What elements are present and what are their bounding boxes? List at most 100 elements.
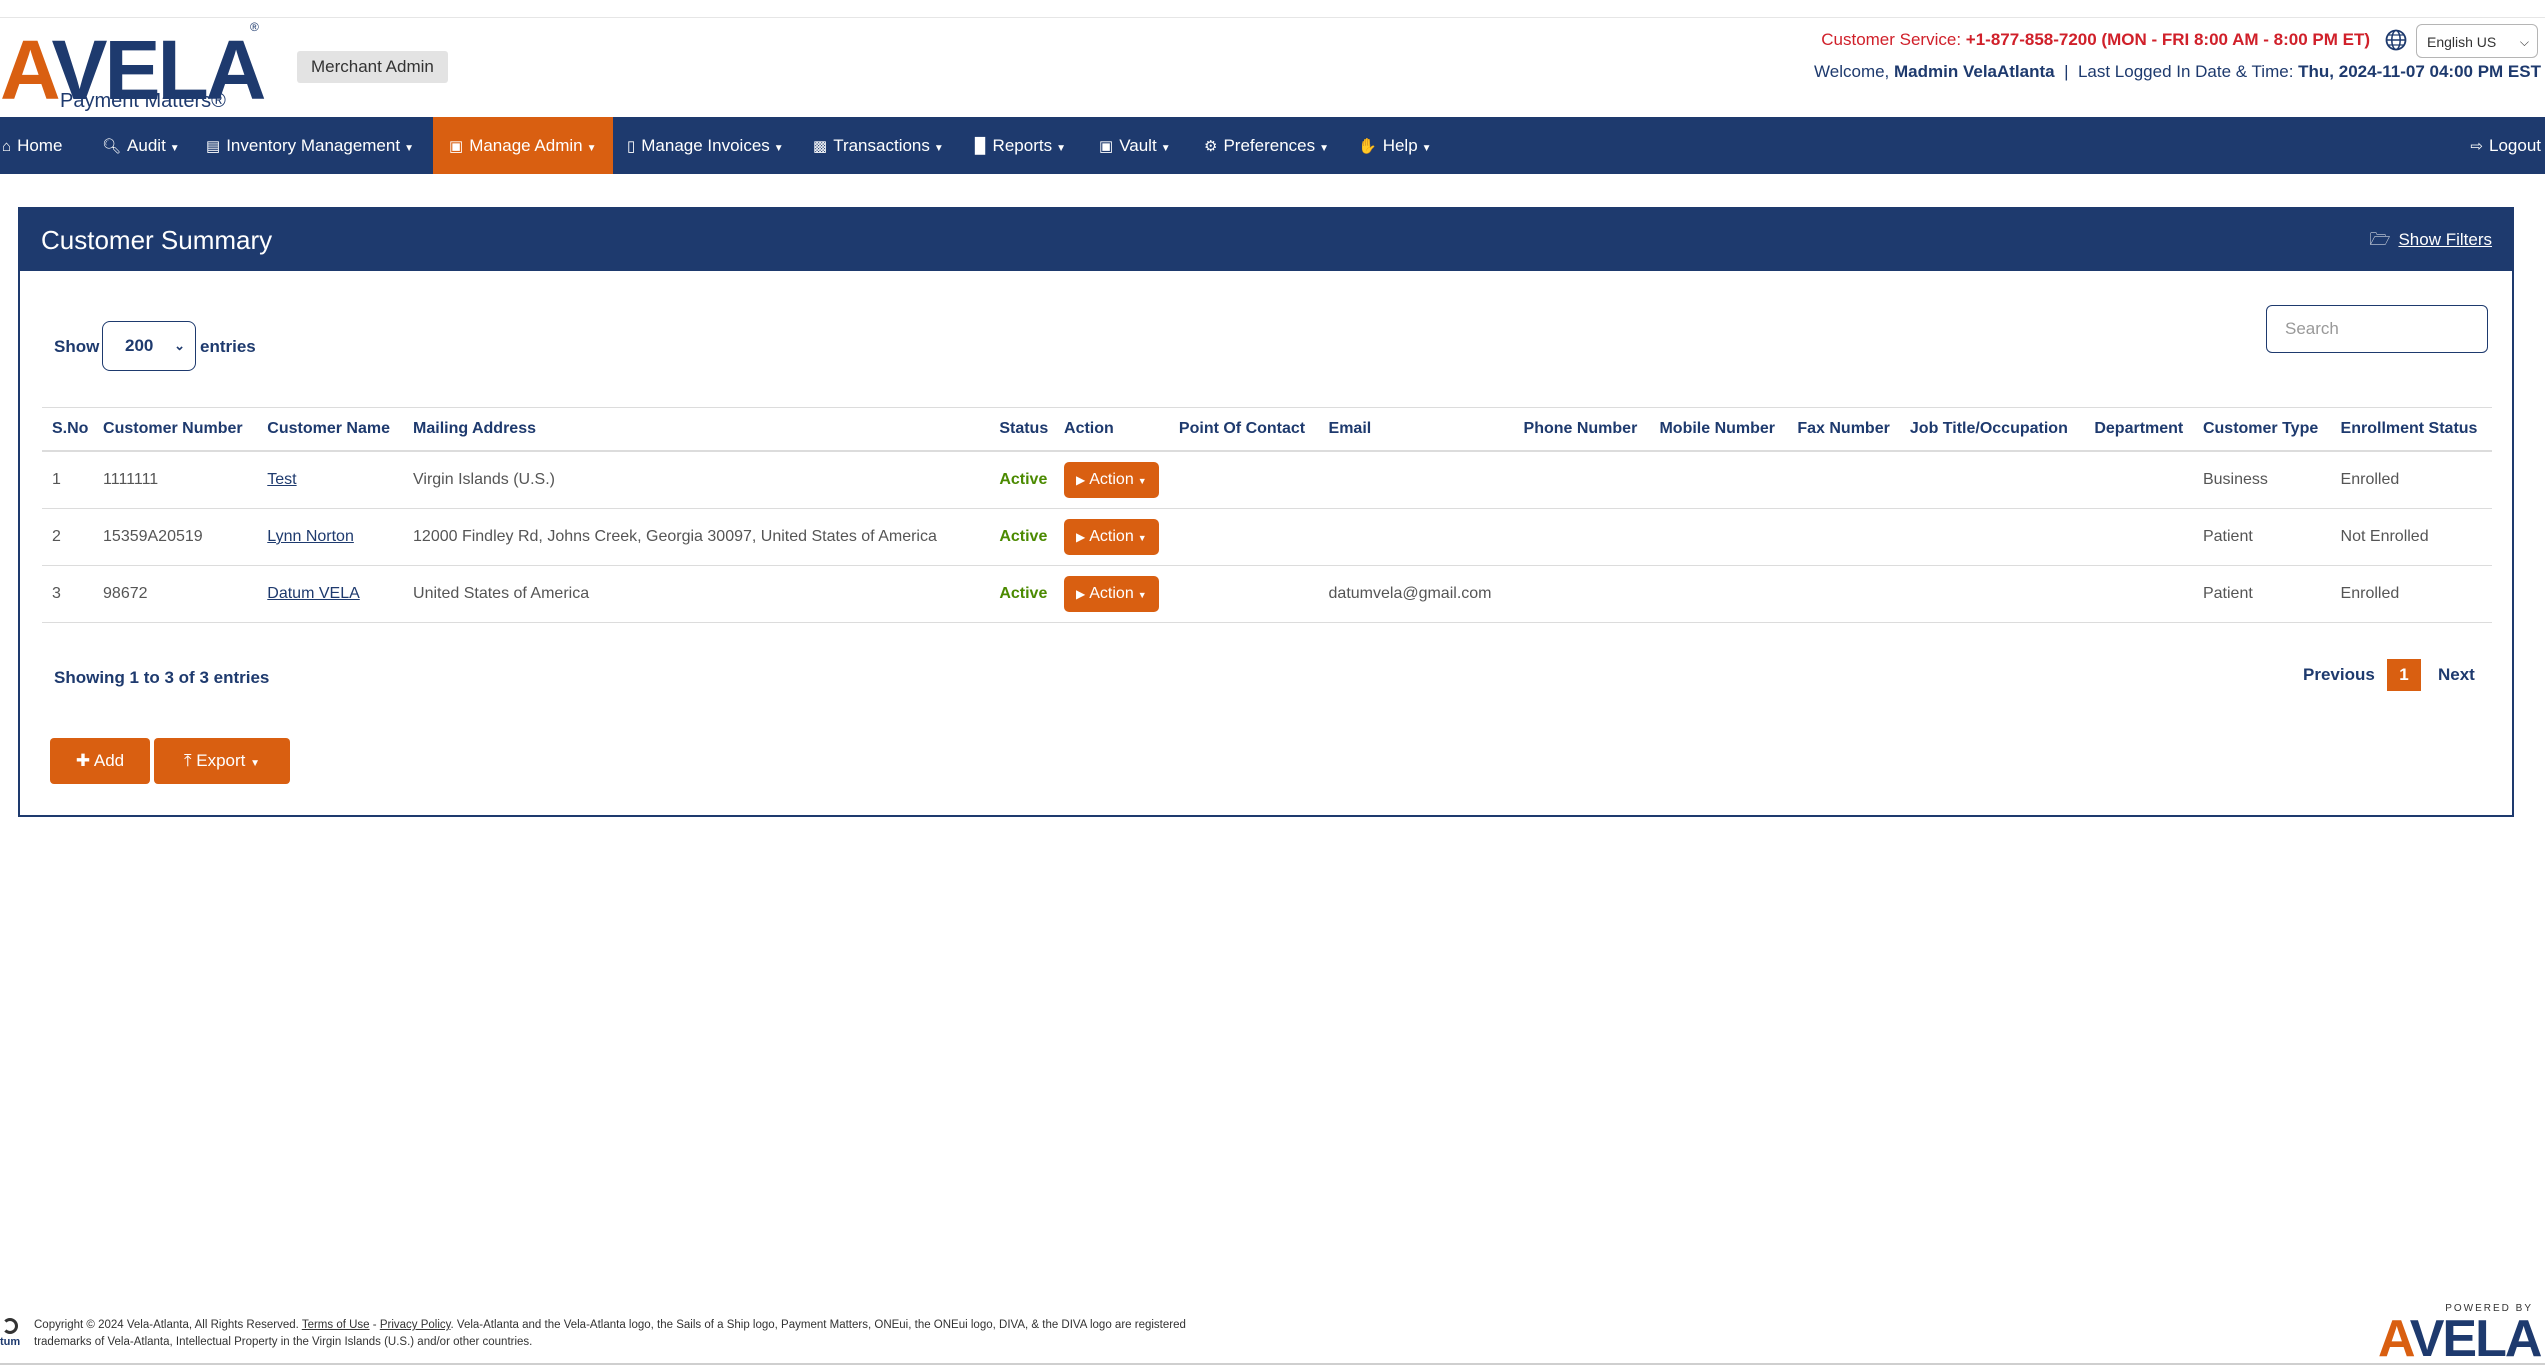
cell-customer-number: 98672 [93, 565, 258, 623]
cell-fax [1787, 565, 1900, 623]
search-icon: 🔍︎ [102, 138, 122, 155]
col-email[interactable]: Email [1318, 407, 1514, 452]
help-icon: ✋ [1358, 138, 1377, 155]
search-input[interactable] [2266, 305, 2488, 353]
privacy-policy-link[interactable]: Privacy Policy [380, 1319, 451, 1331]
col-status[interactable]: Status [989, 407, 1055, 452]
customer-name-link[interactable]: Lynn Norton [267, 528, 354, 545]
cell-email [1318, 508, 1514, 566]
folder-icon: 🗁︎ [2369, 230, 2391, 249]
cell-point-of-contact [1168, 508, 1319, 566]
datum-side-icon: tum [0, 1310, 22, 1350]
show-filters-link[interactable]: 🗁︎ Show Filters [2369, 209, 2492, 271]
action-button[interactable]: ▶ Action ▼ [1064, 462, 1159, 498]
caret-down-icon: ▼ [1137, 476, 1147, 486]
vela-logo[interactable]: AVELA ® Payment Matters® [0, 18, 275, 114]
reports-icon: ▉ [975, 138, 987, 155]
caret-down-icon: ▼ [1319, 143, 1330, 154]
cell-mobile [1649, 508, 1788, 566]
nav-audit[interactable]: 🔍︎ Audit ▼ [102, 117, 180, 174]
cell-fax [1787, 508, 1900, 566]
cell-fax [1787, 451, 1900, 509]
col-fax-number[interactable]: Fax Number [1787, 407, 1900, 452]
add-button[interactable]: ✚ Add [50, 738, 150, 784]
logout-icon: ⇨ [2470, 138, 2483, 155]
nav-vault[interactable]: ▣ Vault ▼ [1099, 117, 1171, 174]
action-button[interactable]: ▶ Action ▼ [1064, 519, 1159, 555]
entries-per-page-select[interactable]: 200 ⌄ [102, 321, 196, 371]
powered-by-vela-logo: POWERED BY AVELA [2378, 1303, 2542, 1368]
caret-down-icon: ▼ [933, 143, 944, 154]
col-phone-number[interactable]: Phone Number [1513, 407, 1650, 452]
language-select[interactable]: English US ⌵ [2416, 24, 2538, 58]
table-row: 3 98672 Datum VELA United States of Amer… [42, 565, 2492, 623]
cell-customer-number: 1111111 [93, 451, 258, 509]
cell-status: Active [989, 451, 1055, 509]
cell-customer-name: Lynn Norton [257, 508, 404, 566]
cell-mailing-address: United States of America [403, 565, 990, 623]
export-button[interactable]: ⤒ Export ▼ [154, 738, 290, 784]
cell-department [2084, 451, 2193, 509]
nav-reports[interactable]: ▉ Reports ▼ [975, 117, 1066, 174]
play-icon: ▶ [1076, 530, 1086, 544]
nav-manage-invoices[interactable]: ▯ Manage Invoices ▼ [627, 117, 784, 174]
chevron-down-icon: ⌄ [174, 338, 185, 353]
role-badge: Merchant Admin [297, 51, 448, 83]
col-mobile-number[interactable]: Mobile Number [1649, 407, 1788, 452]
cell-phone [1513, 565, 1650, 623]
nav-help[interactable]: ✋ Help ▼ [1358, 117, 1432, 174]
cell-customer-number: 15359A20519 [93, 508, 258, 566]
col-mailing-address[interactable]: Mailing Address [403, 407, 990, 452]
pager-previous[interactable]: Previous [2303, 665, 2375, 685]
nav-home[interactable]: ⌂ Home [2, 117, 62, 174]
cell-customer-type: Patient [2192, 508, 2331, 566]
cell-email [1318, 451, 1514, 509]
cell-sno: 1 [42, 451, 94, 509]
customer-summary-panel: Customer Summary 🗁︎ Show Filters Show 200… [18, 207, 2514, 817]
cell-sno: 2 [42, 508, 94, 566]
footer-copyright: Copyright © 2024 Vela-Atlanta, All Right… [34, 1319, 1186, 1348]
nav-manage-admin[interactable]: ▣ Manage Admin ▼ [433, 117, 613, 174]
terms-of-use-link[interactable]: Terms of Use [302, 1319, 370, 1331]
showing-entries-info: Showing 1 to 3 of 3 entries [54, 668, 270, 687]
export-icon: ⤒ [183, 751, 192, 770]
caret-down-icon: ▼ [1160, 143, 1171, 154]
cell-customer-type: Business [2192, 451, 2331, 509]
col-job-title[interactable]: Job Title/Occupation [1899, 407, 2085, 452]
home-icon: ⌂ [2, 138, 12, 155]
cell-mobile [1649, 451, 1788, 509]
top-border [0, 0, 2545, 18]
gear-icon: ⚙ [1204, 138, 1218, 155]
col-department[interactable]: Department [2084, 407, 2193, 452]
col-customer-name[interactable]: Customer Name [257, 407, 404, 452]
col-customer-type[interactable]: Customer Type [2192, 407, 2331, 452]
cell-enrollment-status: Enrolled [2330, 565, 2492, 623]
logo-registered-mark: ® [250, 20, 259, 34]
nav-preferences[interactable]: ⚙ Preferences ▼ [1204, 117, 1329, 174]
customer-name-link[interactable]: Test [267, 471, 296, 488]
col-point-of-contact[interactable]: Point Of Contact [1168, 407, 1319, 452]
col-sno[interactable]: S.No [42, 407, 94, 452]
table-header-row: S.No Customer Number Customer Name Maili… [42, 407, 2492, 452]
nav-transactions[interactable]: ▩ Transactions ▼ [813, 117, 944, 174]
col-enrollment-status[interactable]: Enrollment Status [2330, 407, 2492, 452]
nav-inventory-management[interactable]: ▤ Inventory Management ▼ [206, 117, 414, 174]
col-customer-number[interactable]: Customer Number [93, 407, 258, 452]
table-row: 2 15359A20519 Lynn Norton 12000 Findley … [42, 508, 2492, 566]
caret-down-icon: ▼ [1421, 143, 1432, 154]
cell-department [2084, 565, 2193, 623]
caret-down-icon: ▼ [1137, 590, 1147, 600]
panel-header: Customer Summary 🗁︎ Show Filters [20, 209, 2512, 271]
cell-mailing-address: 12000 Findley Rd, Johns Creek, Georgia 3… [403, 508, 990, 566]
pager-next[interactable]: Next [2438, 665, 2475, 685]
action-button[interactable]: ▶ Action ▼ [1064, 576, 1159, 612]
admin-icon: ▣ [449, 138, 464, 155]
cell-action: ▶ Action ▼ [1054, 508, 1169, 566]
pager-page-current[interactable]: 1 [2387, 659, 2421, 691]
customer-name-link[interactable]: Datum VELA [267, 585, 359, 602]
customer-service-line: Customer Service: +1-877-858-7200 (MON -… [1821, 30, 2370, 49]
cell-customer-type: Patient [2192, 565, 2331, 623]
cell-enrollment-status: Enrolled [2330, 451, 2492, 509]
cell-point-of-contact [1168, 565, 1319, 623]
nav-logout[interactable]: ⇨ Logout [2470, 117, 2541, 174]
